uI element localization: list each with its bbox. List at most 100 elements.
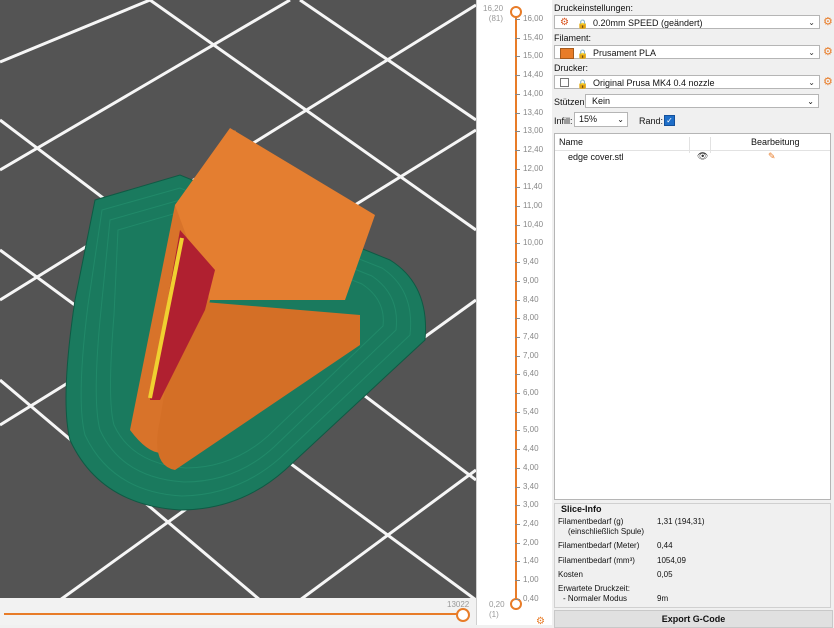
filament-g-sub: (einschließlich Spule) [568,527,645,536]
horizontal-move-slider[interactable]: 13022 [0,598,476,625]
printer-icon [560,78,569,87]
column-edit[interactable]: Bearbeitung [751,137,800,147]
layer-tick-label: 3,40 [515,481,539,491]
filament-label: Filament: [554,33,592,43]
layer-tick-label: 13,40 [514,107,544,117]
print-settings-gear-icon[interactable]: ⚙ [823,15,833,28]
layer-tick-label: 1,40 [515,556,539,566]
layer-top-label: 16,20 (81) [483,4,503,24]
layer-tick-label: 0,40 [515,593,539,603]
infill-combo[interactable]: 15% ⌄ [574,112,628,127]
slice-info-title: Slice-Info [561,504,602,514]
printer-label: Drucker: [554,63,589,73]
normal-mode-value: 9m [657,594,669,603]
filament-gear-icon[interactable]: ⚙ [823,45,833,58]
horizontal-slider-handle[interactable] [456,608,470,622]
layer-tick-label: 11,00 [514,201,543,210]
printer-value: Original Prusa MK4 0.4 nozzle [593,78,715,88]
layer-tick-label: 13,00 [514,126,544,136]
chevron-down-icon: ⌄ [808,18,815,27]
layer-tick-label: 4,40 [515,444,539,454]
layer-settings-gear-icon[interactable]: ⚙ [536,616,545,627]
layer-tick-label: 2,40 [515,518,539,528]
layer-tick-label: 15,40 [514,32,544,42]
layer-tick-label: 8,00 [515,313,539,323]
supports-label: Stützen: [554,97,588,107]
layer-tick-label: 8,40 [515,294,539,304]
layer-tick-label: 9,00 [515,275,539,285]
printer-combo[interactable]: 🔒 Original Prusa MK4 0.4 nozzle ⌄ [554,75,820,89]
filament-combo[interactable]: 🔒 Prusament PLA ⌄ [554,45,820,59]
slice-info-box: Slice-Info Filamentbedarf (g) (einschlie… [554,503,831,608]
chevron-down-icon: ⌄ [808,48,815,57]
filament-mm3-label: Filamentbedarf (mm³) [558,556,635,565]
layer-tick-label: 6,40 [515,369,539,379]
layer-tick-label: 15,00 [514,51,544,61]
filament-g-label: Filamentbedarf (g) [558,517,624,526]
right-sidebar: Druckeinstellungen: ⚙ 🔒 0.20mm SPEED (ge… [552,0,834,628]
layer-bottom-label: 0,20 (1) [489,600,505,620]
layer-tick-label: 5,00 [515,425,539,435]
layer-tick-label: 1,00 [515,575,539,584]
3d-preview-viewport[interactable] [0,0,476,600]
layer-tick-label: 6,00 [515,388,539,397]
layer-tick-label: 12,00 [514,163,544,173]
layer-tick-label: 4,00 [515,462,539,472]
print-settings-label: Druckeinstellungen: [554,3,634,13]
infill-value: 15% [579,114,598,124]
filament-m-value: 0,44 [657,541,673,550]
layer-tick-label: 14,00 [514,88,544,98]
layer-tick-label: 10,00 [514,238,544,248]
print-settings-combo[interactable]: ⚙ 🔒 0.20mm SPEED (geändert) ⌄ [554,15,820,29]
filament-m-label: Filamentbedarf (Meter) [558,541,640,550]
expected-time-label: Erwartete Druckzeit: [558,584,631,593]
brim-label: Rand: [639,116,664,126]
normal-mode-label: - Normaler Modus [563,594,628,603]
layer-tick-label: 10,40 [514,219,544,229]
filament-value: Prusament PLA [593,48,657,58]
layer-tick-label: 2,00 [515,537,539,547]
horizontal-slider-value: 13022 [447,600,470,609]
column-name[interactable]: Name [559,137,583,147]
chevron-down-icon: ⌄ [807,97,814,106]
chevron-down-icon: ⌄ [808,78,815,87]
filament-mm3-value: 1054,09 [657,556,686,565]
layer-tick-label: 9,40 [515,257,539,267]
printer-gear-icon[interactable]: ⚙ [823,75,833,88]
supports-value: Kein [592,96,611,106]
cost-value: 0,05 [657,570,673,579]
layer-bottom-value: 0,20 [489,600,505,609]
edit-icon[interactable]: ✎ [768,151,776,162]
layer-slider-top-handle[interactable] [510,6,522,18]
layer-tick-label: 5,40 [515,406,539,416]
infill-label: Infill: [554,116,573,126]
supports-combo[interactable]: Kein ⌄ [585,94,819,108]
layer-tick-label: 12,40 [514,144,544,154]
lock-icon: 🔒 [577,19,589,29]
layer-slider[interactable]: 16,20 (81) 16,00 15,40 15,00 14,40 14,00 13,4… [476,0,553,625]
print-settings-value: 0.20mm SPEED (geändert) [593,18,703,28]
layer-slider-bottom-handle[interactable] [510,598,522,610]
layer-bottom-index: (1) [489,610,499,619]
layer-tick-label: 16,00 [514,14,544,23]
object-list-header: Name Bearbeitung [555,134,830,153]
object-list[interactable]: Name Bearbeitung edge cover.stl 👁 ✎ [554,133,831,500]
layer-tick-label: 7,00 [515,350,539,360]
gear-icon: ⚙ [560,17,569,28]
filament-g-value: 1,31 (194,31) [657,517,705,526]
object-row[interactable]: edge cover.stl 👁 ✎ [555,151,830,165]
preview-canvas[interactable] [0,0,476,600]
layer-tick-label: 3,00 [515,500,539,510]
export-gcode-button[interactable]: Export G-Code [554,610,833,628]
layer-tick-label: 11,40 [514,182,543,192]
layer-tick-label: 7,40 [515,331,539,341]
lock-icon: 🔒 [577,49,589,59]
horizontal-slider-track[interactable] [4,613,462,615]
eye-icon[interactable]: 👁 [697,151,708,162]
brim-checkbox[interactable]: ✓ [664,115,675,126]
layer-tick-label: 14,40 [514,70,544,80]
object-name: edge cover.stl [568,152,624,162]
chevron-down-icon: ⌄ [617,115,624,124]
layer-slider-track[interactable] [515,8,517,610]
cost-label: Kosten [558,570,583,579]
